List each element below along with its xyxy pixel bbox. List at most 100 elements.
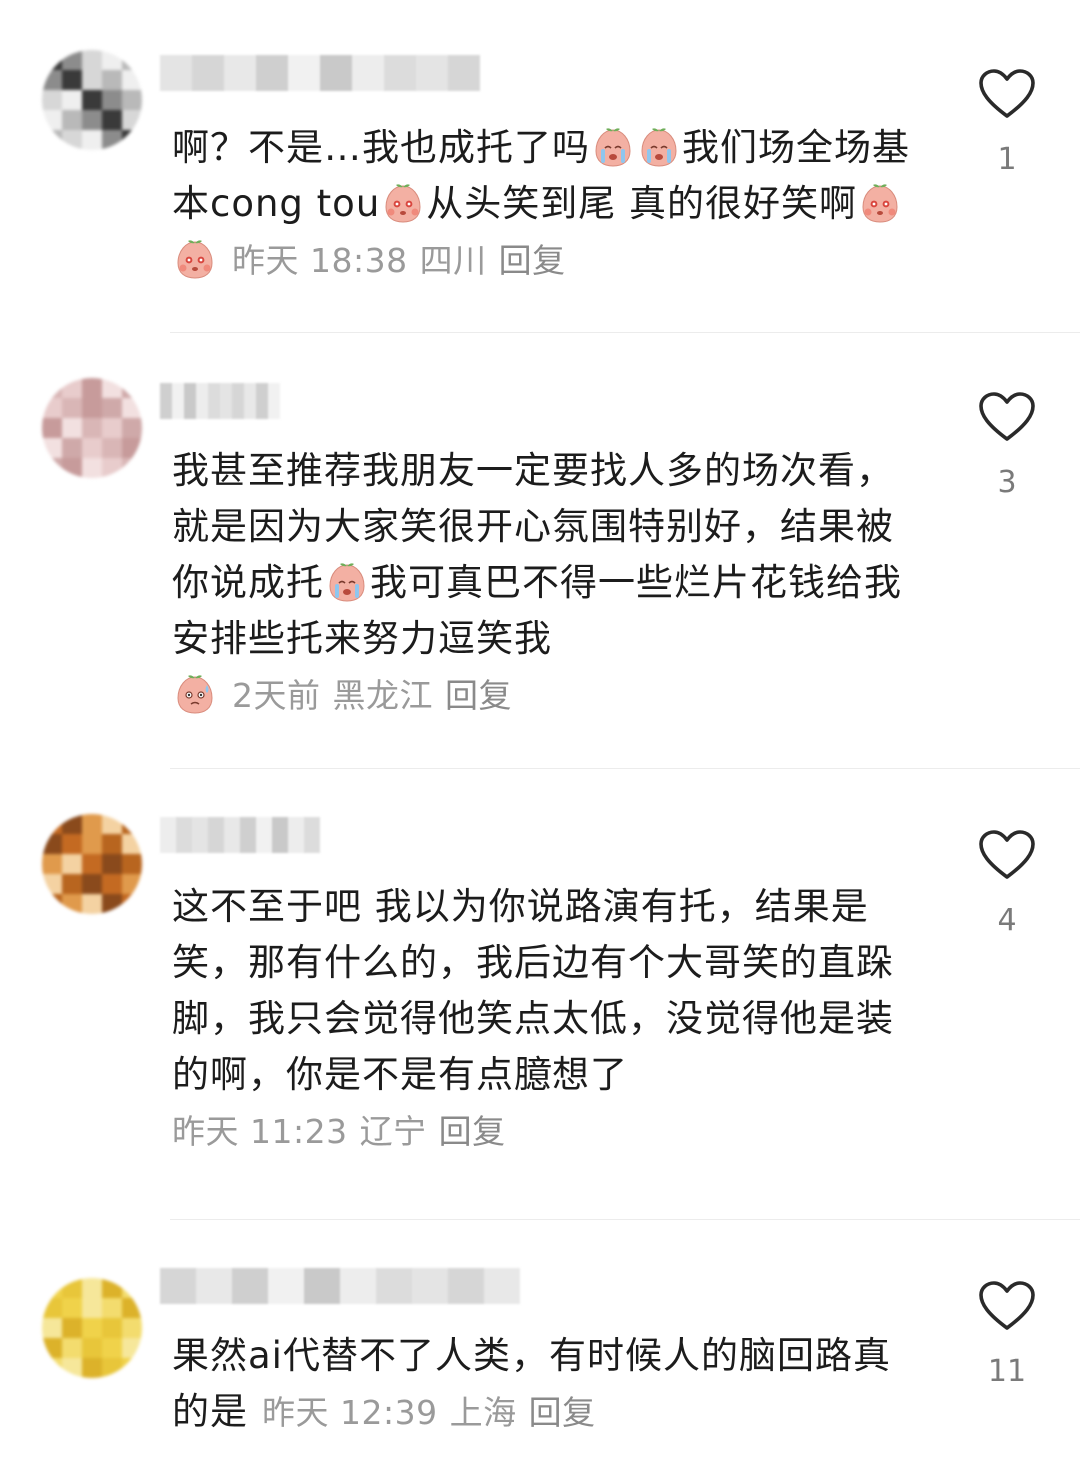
username-pixel — [160, 383, 172, 419]
username-pixel — [412, 1268, 448, 1304]
comment-location: 辽宁 — [359, 1112, 427, 1151]
comment-text: 啊？不是…我也成托了吗 我们场全场基本cong tou 从头笑到尾 真的很好笑啊昨天… — [172, 126, 910, 280]
comment-location: 黑龙江 — [332, 676, 433, 715]
avatar-pixel — [102, 894, 122, 914]
like-button[interactable]: 3 — [975, 391, 1039, 500]
username-blurred[interactable] — [160, 383, 280, 419]
avatar-pixel — [42, 1318, 62, 1338]
comment-item: 我甚至推荐我朋友一定要找人多的场次看，就是因为大家笑很开心氛围特别好，结果被你说… — [0, 333, 1080, 768]
username-pixel — [352, 55, 384, 91]
username-pixel — [268, 1268, 304, 1304]
avatar-pixel — [82, 378, 102, 398]
username-pixel — [268, 383, 280, 419]
username-pixel — [224, 55, 256, 91]
username-blurred[interactable] — [160, 1268, 520, 1304]
avatar-pixel — [82, 814, 102, 834]
username-pixel — [256, 817, 272, 853]
avatar-pixel — [102, 418, 122, 438]
avatar-pixel — [102, 398, 122, 418]
avatar-pixel — [102, 50, 122, 70]
avatar-pixel — [62, 130, 82, 150]
avatar-pixel — [122, 1278, 142, 1298]
avatar-pixel — [102, 1278, 122, 1298]
avatar-pixel — [102, 458, 122, 478]
shy-emoji-icon — [859, 182, 901, 224]
username-pixel — [484, 1268, 520, 1304]
username-pixel — [416, 55, 448, 91]
username-pixel — [208, 383, 220, 419]
avatar-pixel — [62, 834, 82, 854]
comment-meta: 昨天 11:23 辽宁 回复 — [172, 1112, 506, 1151]
heart-outline-icon — [975, 391, 1039, 443]
like-button[interactable]: 4 — [975, 829, 1039, 938]
avatar-pixel — [62, 854, 82, 874]
avatar-pixel — [42, 378, 62, 398]
username-pixel — [272, 817, 288, 853]
avatar-pixel — [62, 90, 82, 110]
comment-text: 果然ai代替不了人类，有时候人的脑回路真的是 昨天 12:39 上海 回复 — [172, 1334, 891, 1433]
username-pixel — [320, 55, 352, 91]
avatar-pixel — [122, 1318, 142, 1338]
crying-emoji-icon — [638, 126, 680, 168]
reply-button[interactable]: 回复 — [445, 676, 512, 715]
avatar-pixel — [42, 1338, 62, 1358]
avatar-pixel — [102, 834, 122, 854]
avatar-pixel — [42, 854, 62, 874]
avatar-pixel — [82, 834, 102, 854]
avatar-pixel — [122, 854, 142, 874]
heart-outline-icon — [975, 829, 1039, 881]
crying-emoji-icon — [592, 126, 634, 168]
avatar-pixel — [82, 110, 102, 130]
avatar[interactable] — [42, 50, 142, 150]
username-blurred[interactable] — [160, 817, 320, 853]
username-pixel — [244, 383, 256, 419]
reply-button[interactable]: 回复 — [529, 1393, 596, 1432]
avatar-pixel — [82, 70, 102, 90]
avatar-pixel — [62, 1338, 82, 1358]
avatar-pixel — [62, 110, 82, 130]
username-pixel — [256, 383, 268, 419]
avatar-pixel — [62, 1278, 82, 1298]
avatar-pixel — [62, 814, 82, 834]
avatar-pixel — [82, 854, 102, 874]
avatar-pixel — [42, 50, 62, 70]
username-pixel — [232, 383, 244, 419]
avatar-pixel — [122, 874, 142, 894]
avatar-pixel — [62, 398, 82, 418]
avatar-pixel — [62, 70, 82, 90]
avatar-pixel — [82, 894, 102, 914]
heart-outline-icon — [975, 1280, 1039, 1332]
avatar-pixel — [62, 1298, 82, 1318]
like-count: 11 — [987, 1354, 1027, 1389]
avatar-pixel — [122, 834, 142, 854]
avatar-pixel — [82, 1338, 102, 1358]
reply-button[interactable]: 回复 — [439, 1112, 506, 1151]
like-button[interactable]: 1 — [975, 68, 1039, 177]
comment-text: 这不至于吧 我以为你说路演有托，结果是笑，那有什么的，我后边有个大哥笑的直跺脚，… — [172, 885, 894, 1151]
avatar-pixel — [82, 398, 102, 418]
like-button[interactable]: 11 — [975, 1280, 1039, 1389]
avatar-pixel — [62, 418, 82, 438]
avatar[interactable] — [42, 1278, 142, 1378]
username-blurred[interactable] — [160, 55, 480, 91]
username-pixel — [340, 1268, 376, 1304]
avatar[interactable] — [42, 378, 142, 478]
username-pixel — [172, 383, 184, 419]
username-pixel — [160, 1268, 196, 1304]
avatar-pixel — [82, 130, 102, 150]
reply-button[interactable]: 回复 — [499, 241, 566, 280]
username-pixel — [196, 1268, 232, 1304]
avatar-pixel — [42, 1278, 62, 1298]
username-pixel — [184, 383, 196, 419]
crying-emoji-icon — [326, 561, 368, 603]
username-pixel — [208, 817, 224, 853]
avatar[interactable] — [42, 814, 142, 914]
avatar-pixel — [42, 90, 62, 110]
avatar-pixel — [42, 110, 62, 130]
like-count: 4 — [997, 903, 1017, 938]
username-pixel — [304, 1268, 340, 1304]
avatar-pixel — [102, 378, 122, 398]
avatar-pixel — [122, 1298, 142, 1318]
avatar-pixel — [42, 70, 62, 90]
avatar-pixel — [122, 458, 142, 478]
